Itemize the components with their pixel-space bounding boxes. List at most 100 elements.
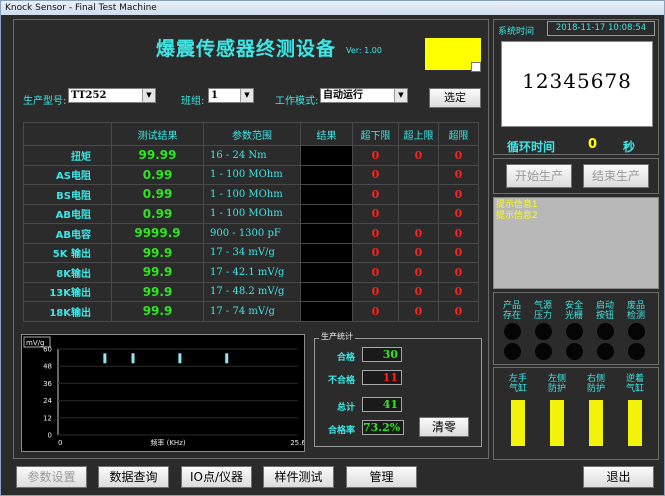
row-name: AB电阻 — [23, 203, 112, 224]
row-range: 900 - 1300 pF — [203, 223, 301, 244]
rate-label: 合格率 — [327, 426, 355, 436]
mode-select[interactable]: 自动运行 ▼ — [320, 88, 408, 103]
row-above-count: 0 — [398, 223, 439, 244]
row-range: 17 - 48.2 mV/g — [203, 281, 301, 302]
message-line-1: 提示信息1 — [496, 200, 538, 210]
cycle-value: 0 — [588, 137, 598, 152]
param-settings-button[interactable]: 参数设置 — [16, 466, 87, 488]
row-below-count: 0 — [352, 223, 399, 244]
row-below-count: 0 — [352, 164, 399, 185]
y-unit-label: mV/g — [26, 339, 44, 347]
row-test-value: 0.99 — [111, 203, 204, 224]
message-line-2: 提示信息2 — [496, 211, 538, 221]
row-below-count: 0 — [352, 301, 399, 322]
row-result — [300, 164, 353, 185]
chevron-down-icon: ▼ — [240, 89, 253, 102]
row-range: 1 - 100 MOhm — [203, 184, 301, 205]
cycle-label: 循环时间 — [507, 140, 556, 154]
results-table: 测试结果 参数范围 结果 超下限 超上限 超限 扭矩 99.99 16 - 24 N… — [23, 122, 479, 322]
indicator-checkbox[interactable] — [471, 62, 481, 72]
indicator-label: 安全光栅 — [564, 301, 583, 321]
row-below-count: 0 — [352, 262, 399, 283]
model-select[interactable]: TT252 ▼ — [68, 88, 156, 103]
bar-label: 左侧防护 — [547, 374, 566, 394]
status-led — [535, 323, 552, 340]
start-production-button[interactable]: 开始生产 — [506, 164, 572, 188]
x-axis-label: 频率 (KHz) — [150, 438, 185, 447]
table-row: AB电容 9999.9 900 - 1300 pF 0 0 0 — [23, 223, 479, 244]
row-above-count: 0 — [398, 145, 439, 166]
y-tick-label: 24 — [43, 397, 52, 405]
row-over-count: 0 — [438, 184, 479, 205]
col-header-result-value: 测试结果 — [111, 122, 204, 146]
time-value: 2018-11-17 10:08:54 — [547, 21, 655, 36]
mode-select-value: 自动运行 — [323, 90, 363, 101]
status-bar — [550, 400, 564, 446]
window-title: Knock Sensor - Final Test Machine — [5, 3, 157, 13]
manage-button[interactable]: 管理 — [346, 466, 417, 488]
row-range: 16 - 24 Nm — [203, 145, 301, 166]
chevron-down-icon: ▼ — [394, 89, 407, 102]
row-result — [300, 184, 353, 205]
x-tick-label: 0 — [58, 439, 62, 447]
spectrum-chart: mV/g 60 48 36 24 12 0 0 25.6 频率 (KHz) — [21, 334, 305, 452]
indicator-label: 废品检测 — [626, 301, 645, 321]
message-box: 提示信息1 提示信息2 — [493, 197, 659, 289]
y-tick-label: 0 — [48, 432, 52, 440]
exit-button[interactable]: 退出 — [583, 466, 654, 488]
cycle-unit: 秒 — [623, 140, 636, 154]
stop-production-button[interactable]: 结束生产 — [583, 164, 649, 188]
row-test-value: 0.99 — [111, 184, 204, 205]
row-test-value: 99.9 — [111, 262, 204, 283]
data-query-button[interactable]: 数据查询 — [98, 466, 169, 488]
shift-select[interactable]: 1 ▼ — [208, 88, 254, 103]
row-below-count: 0 — [352, 281, 399, 302]
row-range: 17 - 34 mV/g — [203, 242, 301, 263]
mode-label: 工作模式: — [275, 96, 319, 107]
status-led — [535, 343, 552, 360]
stats-title: 生产统计 — [319, 331, 355, 342]
status-led — [628, 343, 645, 360]
row-result — [300, 281, 353, 302]
col-header-above: 超上限 — [398, 122, 439, 146]
indicator-label: 启动按钮 — [595, 301, 614, 321]
row-above-count: 0 — [398, 262, 439, 283]
y-tick-label: 60 — [43, 346, 52, 354]
status-led — [504, 323, 521, 340]
table-row: 13K输出 99.9 17 - 48.2 mV/g 0 0 0 — [23, 281, 479, 302]
row-above-count — [398, 184, 439, 205]
status-led — [504, 343, 521, 360]
io-instrument-button[interactable]: IO点/仪器 — [181, 466, 252, 488]
status-bar — [628, 400, 642, 446]
row-over-count: 0 — [438, 262, 479, 283]
model-label: 生产型号: — [23, 96, 67, 107]
sample-test-button[interactable]: 样件测试 — [263, 466, 334, 488]
row-name: 扭矩 — [23, 145, 112, 166]
bar-label: 左手气缸 — [508, 374, 527, 394]
y-tick-label: 48 — [43, 363, 52, 371]
row-over-count: 0 — [438, 203, 479, 224]
row-result — [300, 262, 353, 283]
clear-button[interactable]: 清零 — [419, 417, 469, 437]
row-name: AS电阻 — [23, 164, 112, 185]
select-button[interactable]: 选定 — [429, 88, 481, 108]
row-below-count: 0 — [352, 145, 399, 166]
row-name: 18K输出 — [23, 301, 112, 322]
table-header-row: 测试结果 参数范围 结果 超下限 超上限 超限 — [23, 122, 479, 146]
status-bar — [511, 400, 525, 446]
row-result — [300, 301, 353, 322]
marker-bar — [178, 353, 182, 364]
status-led — [628, 323, 645, 340]
bar-label: 逆着气缸 — [625, 374, 644, 394]
row-over-count: 0 — [438, 223, 479, 244]
pass-value: 30 — [362, 347, 402, 362]
row-below-count: 0 — [352, 203, 399, 224]
row-name: 5K 输出 — [23, 242, 112, 263]
shift-label: 班组: — [181, 96, 205, 107]
row-over-count: 0 — [438, 301, 479, 322]
row-below-count: 0 — [352, 242, 399, 263]
status-led — [597, 323, 614, 340]
status-bar — [589, 400, 603, 446]
shift-select-value: 1 — [211, 90, 218, 101]
row-name: 8K输出 — [23, 262, 112, 283]
